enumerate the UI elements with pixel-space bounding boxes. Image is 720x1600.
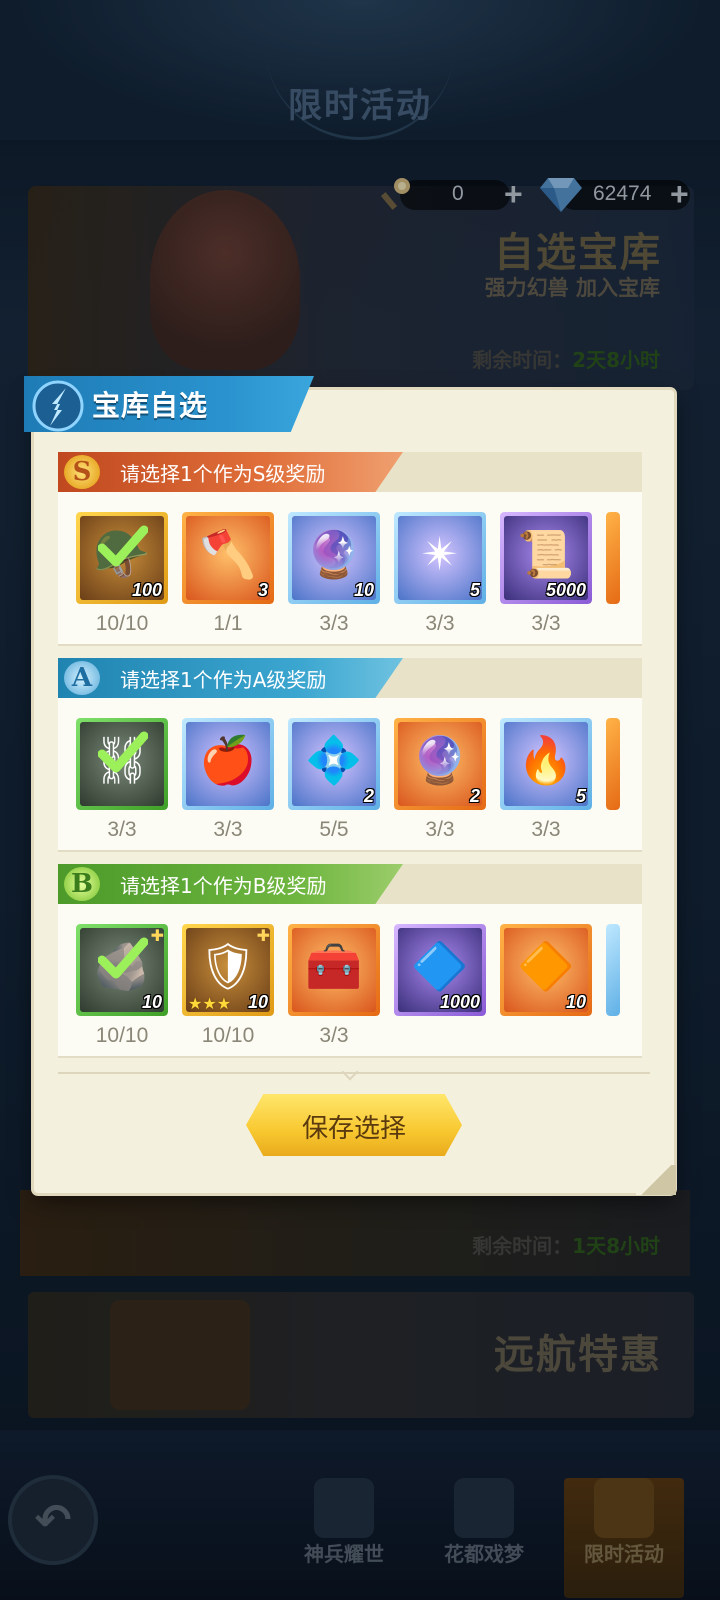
section-title: 请选择1个作为S级奖励 (120, 462, 326, 486)
item-remaining-count: 3/3 (531, 612, 561, 635)
scroll-icon: 📜 (517, 528, 575, 580)
item-remaining-count: 3/3 (531, 818, 561, 841)
scroll-item[interactable]: 📜 5000 (500, 512, 592, 604)
section-header: A 请选择1个作为A级奖励 (58, 658, 642, 698)
item-quantity: 10 (353, 580, 374, 600)
magic-orb-item[interactable]: 🔮 2 (394, 718, 486, 810)
fruit-item[interactable]: 🍎 (182, 718, 274, 810)
paper-fold-corner (636, 1165, 676, 1195)
item-remaining-count: 1/1 (213, 612, 243, 635)
checkmark-icon (98, 525, 148, 567)
flame-item[interactable]: 🔥 5 (500, 718, 592, 810)
dark-star-item[interactable]: ✴ 5 (394, 512, 486, 604)
treasure-box-icon: 🧰 (305, 940, 363, 992)
red-gem-icon: 🔶 (517, 940, 575, 992)
item-quantity: 3 (257, 580, 268, 600)
item-remaining-count: 3/3 (213, 818, 243, 841)
ice-axe-item[interactable]: 🪓 3 (182, 512, 274, 604)
item-remaining-count: 10/10 (95, 612, 149, 635)
reward-item-overflow[interactable] (606, 512, 620, 604)
item-quantity: 1000 (439, 992, 480, 1012)
dialog-title: 宝库自选 (92, 389, 209, 422)
grade-a-badge-icon: A (64, 661, 100, 695)
item-quantity: 5 (575, 786, 586, 806)
section-header: S 请选择1个作为S级奖励 (58, 452, 642, 492)
crystal-emblem-icon: 💠 (305, 734, 363, 786)
dark-star-icon: ✴ (420, 528, 460, 580)
checkmark-icon (98, 731, 148, 773)
item-quantity: 5000 (545, 580, 586, 600)
item-remaining-count: 3/3 (425, 612, 455, 635)
magic-orb-icon: 🔮 (411, 734, 469, 786)
red-gem-item[interactable]: 🔶 10 (500, 924, 592, 1016)
red-armor-item[interactable]: 🛡 ★★★ ✚ 10 (182, 924, 274, 1016)
item-frame (606, 718, 620, 810)
treasure-box-item[interactable]: 🧰 (288, 924, 380, 1016)
compass-icon (32, 380, 84, 432)
section-title: 请选择1个作为B级奖励 (120, 874, 327, 898)
save-selection-button[interactable]: 保存选择 (246, 1094, 462, 1156)
save-selection-label: 保存选择 (301, 1114, 406, 1144)
grade-b-badge-icon: B (64, 867, 100, 901)
golden-chest-item[interactable]: 🪖 100 (76, 512, 168, 604)
ice-axe-icon: 🪓 (199, 528, 257, 580)
section-header: B 请选择1个作为B级奖励 (58, 864, 642, 904)
item-frame (606, 924, 620, 1016)
item-frame (606, 512, 620, 604)
item-remaining-count: 3/3 (425, 818, 455, 841)
star-rating-icon: ★★★ (188, 996, 232, 1013)
crystal-pile-item[interactable]: 🔷 1000 (394, 924, 486, 1016)
item-remaining-count: 10/10 (95, 1024, 149, 1047)
checkmark-icon (98, 937, 148, 979)
item-quantity: 100 (131, 580, 162, 600)
item-remaining-count: 3/3 (319, 612, 349, 635)
red-armor-icon: 🛡 (198, 940, 258, 992)
item-quantity: 10 (141, 992, 162, 1012)
reward-item-overflow[interactable] (606, 924, 620, 1016)
item-remaining-count: 10/10 (201, 1024, 255, 1047)
item-quantity: 2 (469, 786, 480, 806)
fragment-plus-icon: ✚ (256, 928, 270, 945)
grade-s-badge-icon: S (64, 455, 100, 489)
chain-whip-item[interactable]: ⛓ (76, 718, 168, 810)
crystal-pile-icon: 🔷 (411, 940, 469, 992)
item-remaining-count: 3/3 (107, 818, 137, 841)
rune-orb-item[interactable]: 🔮 10 (288, 512, 380, 604)
fruit-icon: 🍎 (199, 734, 257, 786)
item-quantity: 10 (565, 992, 586, 1012)
item-remaining-count: 3/3 (319, 1024, 349, 1047)
section-title: 请选择1个作为A级奖励 (120, 668, 327, 692)
reward-item-overflow[interactable] (606, 718, 620, 810)
item-quantity: 2 (363, 786, 374, 806)
fragment-plus-icon: ✚ (150, 928, 164, 945)
crystal-emblem-item[interactable]: 💠 2 (288, 718, 380, 810)
flame-icon: 🔥 (517, 734, 575, 786)
item-quantity: 10 (247, 992, 268, 1012)
ore-item[interactable]: 🪨 ✚ 10 (76, 924, 168, 1016)
rune-orb-icon: 🔮 (305, 528, 363, 580)
item-remaining-count: 5/5 (319, 818, 349, 841)
item-quantity: 5 (469, 580, 480, 600)
